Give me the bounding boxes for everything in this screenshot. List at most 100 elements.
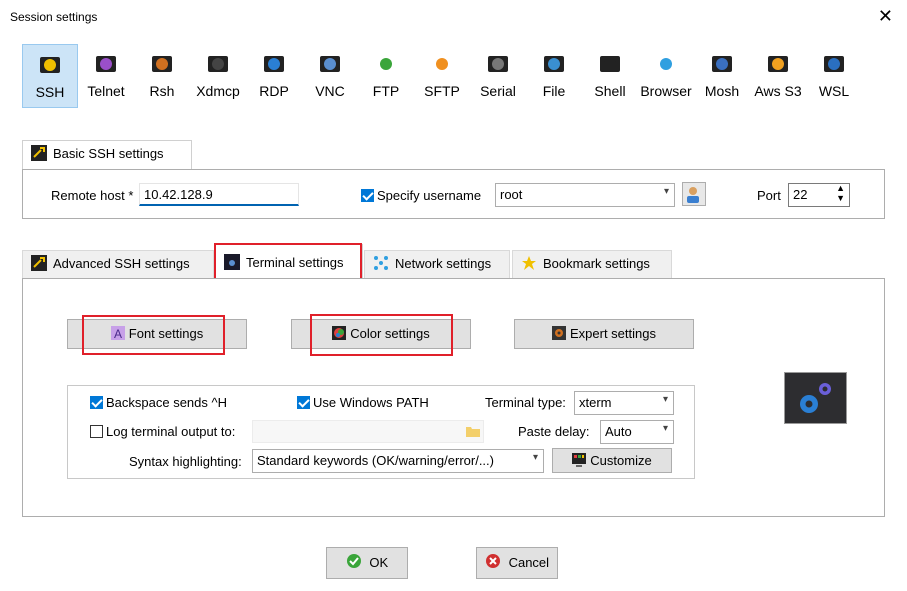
network-icon (373, 254, 389, 270)
ok-label: OK (369, 555, 389, 570)
specify-username-checkbox[interactable] (361, 189, 374, 202)
rsh-icon (151, 54, 173, 76)
folder-icon[interactable] (466, 425, 480, 437)
protocol-sftp-button[interactable]: SFTP (414, 44, 470, 108)
tab-advanced-ssh-settings[interactable]: Advanced SSH settings (22, 250, 214, 280)
chevron-down-icon: ▾ (663, 186, 669, 197)
username-combo[interactable]: root ▾ (495, 183, 675, 207)
port-value: 22 (793, 187, 808, 202)
protocol-serial-button[interactable]: Serial (470, 44, 526, 108)
terminal-type-label: Terminal type: (485, 395, 566, 410)
protocol-label: Xdmcp (196, 83, 240, 99)
username-value: root (500, 187, 523, 202)
tab-bookmark-settings[interactable]: Bookmark settings (512, 250, 672, 280)
expert-settings-button[interactable]: Expert settings (514, 319, 694, 349)
window-title: Session settings (10, 10, 98, 24)
protocol-label: SFTP (424, 83, 460, 99)
protocol-label: Serial (480, 83, 516, 99)
settings-gears-icon (784, 372, 847, 424)
protocol-rsh-button[interactable]: Rsh (134, 44, 190, 108)
tab-network-settings[interactable]: Network settings (364, 250, 510, 280)
protocol-label: Telnet (87, 83, 125, 99)
syntax-highlighting-value: Standard keywords (OK/warning/error/...) (257, 453, 494, 468)
tab-basic-ssh-settings[interactable]: Basic SSH settings (22, 140, 192, 170)
protocol-vnc-button[interactable]: VNC (302, 44, 358, 108)
basic-ssh-panel: Remote host * Specify username root ▾ Po… (22, 169, 885, 219)
remote-host-input[interactable] (139, 183, 299, 206)
log-output-path-input[interactable] (252, 420, 484, 443)
cancel-circle-icon (485, 554, 500, 568)
protocol-aws-button[interactable]: Aws S3 (750, 44, 806, 108)
terminal-type-combo[interactable]: xterm ▾ (574, 391, 674, 415)
protocol-rdp-button[interactable]: RDP (246, 44, 302, 108)
ok-button[interactable]: OK (326, 547, 408, 579)
protocol-wsl-button[interactable]: WSL (806, 44, 862, 108)
log-output-label: Log terminal output to: (106, 424, 236, 439)
expert-gear-icon (552, 322, 566, 340)
syntax-highlighting-combo[interactable]: Standard keywords (OK/warning/error/...)… (252, 449, 544, 473)
shell-terminal-icon (599, 54, 621, 76)
customize-button[interactable]: Customize (552, 448, 672, 473)
protocol-ftp-button[interactable]: FTP (358, 44, 414, 108)
highlight-terminal-tab (214, 243, 362, 283)
wrench-key-icon (31, 144, 47, 161)
protocol-file-button[interactable]: File (526, 44, 582, 108)
protocol-label: Browser (640, 83, 692, 99)
port-spinner[interactable]: 22 ▲ ▼ (788, 183, 850, 207)
protocol-label: VNC (315, 83, 345, 99)
protocol-label: WSL (818, 83, 850, 99)
protocol-label: Rsh (149, 83, 175, 99)
telnet-icon (95, 54, 117, 76)
tab-label: Bookmark settings (543, 256, 650, 271)
star-icon (521, 254, 537, 270)
serial-plug-icon (487, 54, 509, 76)
terminal-settings-panel: A Font settings Color settings Expert se… (22, 278, 885, 517)
browser-globe-icon (655, 54, 677, 76)
protocol-bar: SSH Telnet Rsh Xdmcp RDP VNC FTP SFTP Serial File… (22, 44, 862, 108)
backspace-label: Backspace sends ^H (106, 395, 227, 410)
chevron-down-icon: ▾ (662, 423, 668, 434)
protocol-label: Shell (594, 83, 626, 99)
protocol-ssh-button[interactable]: SSH (22, 44, 78, 108)
protocol-label: Aws S3 (754, 83, 802, 99)
protocol-label: File (542, 83, 566, 99)
protocol-label: RDP (259, 83, 289, 99)
xdmcp-icon (207, 54, 229, 76)
chevron-down-icon: ▾ (662, 394, 668, 405)
protocol-shell-button[interactable]: Shell (582, 44, 638, 108)
customize-monitor-icon (572, 451, 587, 467)
check-circle-icon (346, 554, 361, 568)
paste-delay-value: Auto (605, 424, 632, 439)
cancel-button[interactable]: Cancel (476, 547, 558, 579)
tab-label: Network settings (395, 256, 492, 271)
remote-host-label: Remote host * (51, 188, 134, 203)
close-icon[interactable]: ✕ (878, 6, 893, 26)
sftp-globe-icon (431, 54, 453, 76)
protocol-mosh-button[interactable]: Mosh (694, 44, 750, 108)
protocol-telnet-button[interactable]: Telnet (78, 44, 134, 108)
use-windows-path-checkbox[interactable] (297, 396, 310, 409)
wrench-key-icon (31, 254, 47, 271)
ssh-key-icon (39, 55, 61, 77)
use-windows-path-label: Use Windows PATH (313, 395, 429, 410)
spinner-icon[interactable]: ▲ ▼ (836, 184, 845, 203)
paste-delay-label: Paste delay: (518, 424, 590, 439)
expert-settings-label: Expert settings (570, 326, 656, 341)
user-manager-button[interactable] (682, 182, 706, 206)
log-output-checkbox[interactable] (90, 425, 103, 438)
terminal-type-value: xterm (579, 395, 612, 410)
protocol-label: FTP (372, 83, 400, 99)
title-bar: Session settings ✕ (0, 0, 907, 33)
ftp-globe-icon (375, 54, 397, 76)
backspace-checkbox[interactable] (90, 396, 103, 409)
mosh-satellite-icon (711, 54, 733, 76)
file-monitor-icon (543, 54, 565, 76)
vnc-icon (319, 54, 341, 76)
tab-label: Basic SSH settings (53, 146, 164, 161)
protocol-label: Mosh (704, 83, 740, 99)
protocol-browser-button[interactable]: Browser (638, 44, 694, 108)
protocol-xdmcp-button[interactable]: Xdmcp (190, 44, 246, 108)
aws-s3-cubes-icon (767, 54, 789, 76)
paste-delay-combo[interactable]: Auto ▾ (600, 420, 674, 444)
terminal-options-box: Backspace sends ^H Use Windows PATH Term… (67, 385, 695, 479)
